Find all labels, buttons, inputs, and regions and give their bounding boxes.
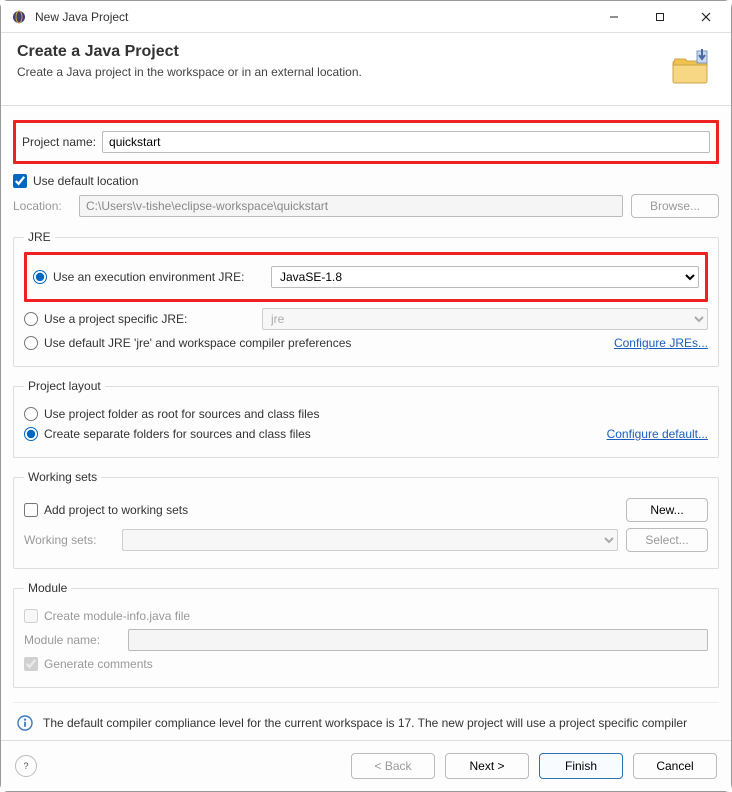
create-module-info-label: Create module-info.java file: [44, 609, 190, 623]
folder-wizard-icon: [667, 43, 715, 91]
project-name-input[interactable]: [102, 131, 710, 153]
working-sets-combo: [122, 529, 618, 551]
info-icon: [17, 715, 33, 731]
eclipse-icon: [11, 9, 27, 25]
project-layout-legend: Project layout: [24, 379, 105, 393]
new-working-set-button[interactable]: New...: [626, 498, 708, 522]
page-subtitle: Create a Java project in the workspace o…: [17, 65, 362, 79]
layout-separate-radio[interactable]: [24, 427, 38, 441]
help-icon[interactable]: ?: [15, 755, 37, 777]
footer: ? < Back Next > Finish Cancel: [1, 740, 731, 791]
jre-group: JRE Use an execution environment JRE: Ja…: [13, 230, 719, 367]
working-sets-label: Working sets:: [24, 533, 114, 547]
add-to-sets-checkbox[interactable]: [24, 503, 38, 517]
project-name-highlight: Project name:: [13, 120, 719, 164]
banner: Create a Java Project Create a Java proj…: [1, 33, 731, 106]
cancel-button[interactable]: Cancel: [633, 753, 717, 779]
back-button[interactable]: < Back: [351, 753, 435, 779]
exec-env-radio[interactable]: [33, 270, 47, 284]
generate-comments-label: Generate comments: [44, 657, 153, 671]
default-jre-label: Use default JRE 'jre' and workspace comp…: [44, 336, 351, 350]
project-layout-group: Project layout Use project folder as roo…: [13, 379, 719, 458]
window-title: New Java Project: [35, 10, 591, 24]
module-group: Module Create module-info.java file Modu…: [13, 581, 719, 688]
layout-root-label: Use project folder as root for sources a…: [44, 407, 319, 421]
module-name-label: Module name:: [24, 633, 120, 647]
working-sets-legend: Working sets: [24, 470, 101, 484]
minimize-button[interactable]: [591, 2, 637, 32]
module-name-input: [128, 629, 708, 651]
add-to-sets-label: Add project to working sets: [44, 503, 188, 517]
content-area: Project name: Use default location Locat…: [1, 106, 731, 740]
next-button[interactable]: Next >: [445, 753, 529, 779]
project-jre-label: Use a project specific JRE:: [44, 312, 187, 326]
close-button[interactable]: [683, 2, 729, 32]
layout-root-radio[interactable]: [24, 407, 38, 421]
maximize-button[interactable]: [637, 2, 683, 32]
working-sets-group: Working sets Add project to working sets…: [13, 470, 719, 569]
page-title: Create a Java Project: [17, 43, 362, 61]
configure-default-link[interactable]: Configure default...: [607, 427, 708, 441]
configure-jres-link[interactable]: Configure JREs...: [614, 336, 708, 350]
module-legend: Module: [24, 581, 71, 595]
project-jre-radio[interactable]: [24, 312, 38, 326]
titlebar: New Java Project: [1, 1, 731, 33]
jre-legend: JRE: [24, 230, 55, 244]
use-default-location-checkbox[interactable]: [13, 174, 27, 188]
location-input: [79, 195, 623, 217]
create-module-info-checkbox: [24, 609, 38, 623]
default-jre-radio[interactable]: [24, 336, 38, 350]
location-label: Location:: [13, 199, 71, 213]
select-working-sets-button[interactable]: Select...: [626, 528, 708, 552]
info-bar: The default compiler compliance level fo…: [13, 702, 719, 740]
exec-env-combo[interactable]: JavaSE-1.8: [271, 266, 699, 288]
window-controls: [591, 2, 729, 32]
browse-button[interactable]: Browse...: [631, 194, 719, 218]
finish-button[interactable]: Finish: [539, 753, 623, 779]
generate-comments-checkbox: [24, 657, 38, 671]
svg-text:?: ?: [23, 761, 28, 771]
project-name-label: Project name:: [22, 135, 96, 149]
layout-separate-label: Create separate folders for sources and …: [44, 427, 311, 441]
exec-env-label: Use an execution environment JRE:: [53, 270, 244, 284]
info-message: The default compiler compliance level fo…: [43, 716, 687, 730]
use-default-location-label: Use default location: [33, 174, 138, 188]
project-jre-combo: jre: [262, 308, 708, 330]
